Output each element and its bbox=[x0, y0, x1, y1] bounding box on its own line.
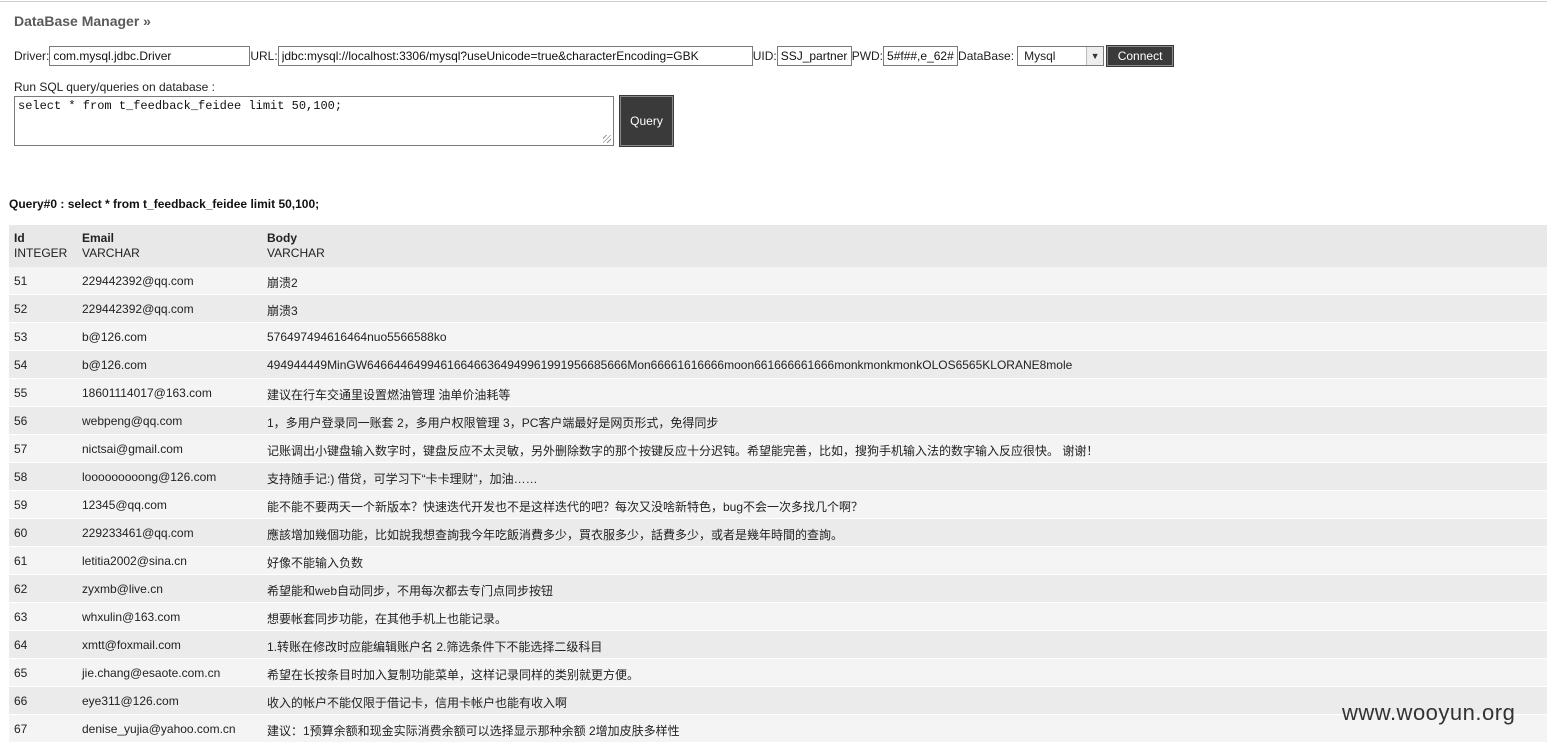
connect-button[interactable]: Connect bbox=[1106, 45, 1175, 67]
cell-body: 支持随手记:) 借贷，可学习下“卡卡理财”，加油…… bbox=[267, 472, 538, 486]
cell-email: 12345@qq.com bbox=[82, 498, 167, 512]
cell-email: webpeng@qq.com bbox=[82, 414, 183, 428]
cell-body: 收入的帐户不能仅限于借记卡，信用卡帐户也能有收入啊 bbox=[267, 696, 568, 710]
sql-query-textarea[interactable]: select * from t_feedback_feidee limit 50… bbox=[14, 96, 614, 146]
database-select[interactable]: Mysql ▼ bbox=[1017, 46, 1105, 66]
table-row: 61 letitia2002@sina.cn 好像不能输入负数 bbox=[9, 547, 1547, 575]
cell-email: 18601114017@163.com bbox=[82, 386, 212, 400]
table-row: 54 b@126.com 494944449MinGW646644649946166… bbox=[9, 351, 1547, 379]
cell-id: 51 bbox=[14, 274, 28, 288]
cell-body: 1.转账在修改时应能编辑账户名 2.筛选条件下不能选择二级科目 bbox=[267, 640, 603, 654]
query-result-heading: Query#0 : select * from t_feedback_feide… bbox=[9, 197, 320, 211]
uid-label: UID: bbox=[752, 49, 777, 63]
driver-input[interactable] bbox=[49, 46, 251, 66]
table-body: 51 229442392@qq.com 崩溃2 52 229442392@qq.com 崩… bbox=[9, 267, 1547, 743]
table-row: 59 12345@qq.com 能不能不要两天一个新版本？快速迭代开发也不是这样迭代… bbox=[9, 491, 1547, 519]
cell-email: denise_yujia@yahoo.com.cn bbox=[82, 722, 236, 736]
cell-email: whxulin@163.com bbox=[82, 610, 181, 624]
cell-body: 好像不能输入负数 bbox=[267, 556, 364, 570]
cell-email: xmtt@foxmail.com bbox=[82, 638, 181, 652]
cell-id: 58 bbox=[14, 470, 28, 484]
connection-bar: Driver: URL: UID: PWD: DataBase: Mysql ▼… bbox=[14, 45, 1175, 67]
pwd-input[interactable] bbox=[883, 46, 959, 66]
cell-email: 229442392@qq.com bbox=[82, 274, 194, 288]
cell-email: b@126.com bbox=[82, 358, 147, 372]
cell-body: 想要帐套同步功能，在其他手机上也能记录。 bbox=[267, 612, 508, 626]
page-title: DataBase Manager » bbox=[14, 13, 151, 29]
cell-id: 55 bbox=[14, 386, 28, 400]
cell-body: 494944449MinGW64664464994616646636494996… bbox=[267, 358, 1073, 372]
url-input[interactable] bbox=[277, 46, 753, 66]
url-label: URL: bbox=[250, 49, 278, 63]
table-row: 58 looooooooong@126.com 支持随手记:) 借贷，可学习下“卡卡… bbox=[9, 463, 1547, 491]
table-row: 52 229442392@qq.com 崩溃3 bbox=[9, 295, 1547, 323]
result-table: Id INTEGER Email VARCHAR Body VARCHAR 51… bbox=[9, 225, 1547, 743]
cell-id: 64 bbox=[14, 638, 28, 652]
cell-email: zyxmb@live.cn bbox=[82, 582, 163, 596]
cell-email: looooooooong@126.com bbox=[82, 470, 217, 484]
table-row: 62 zyxmb@live.cn 希望能和web自动同步，不用每次都去专门点同步按钮 bbox=[9, 575, 1547, 603]
cell-id: 61 bbox=[14, 554, 28, 568]
cell-email: 229233461@qq.com bbox=[82, 526, 194, 540]
table-row: 56 webpeng@qq.com 1，多用户登录同一账套 2，多用户权限管理 3，… bbox=[9, 407, 1547, 435]
table-row: 53 b@126.com 576497494616464nuo5566588ko bbox=[9, 323, 1547, 351]
cell-body: 记账调出小键盘输入数字时，键盘反应不太灵敏，另外删除数字的那个按键反应十分迟钝。… bbox=[267, 444, 1099, 458]
query-button[interactable]: Query bbox=[619, 95, 674, 147]
table-row: 66 eye311@126.com 收入的帐户不能仅限于借记卡，信用卡帐户也能有收入… bbox=[9, 687, 1547, 715]
table-row: 65 jie.chang@esaote.com.cn 希望在长按条目时加入复制功能菜… bbox=[9, 659, 1547, 687]
table-header: Id INTEGER Email VARCHAR Body VARCHAR bbox=[9, 225, 1547, 267]
cell-body: 建议：1预算余额和现金实际消费余额可以选择显示那种余额 2增加皮肤多样性 bbox=[267, 724, 680, 738]
cell-email: nictsai@gmail.com bbox=[82, 442, 183, 456]
column-header-body: Body VARCHAR bbox=[267, 231, 325, 260]
cell-id: 53 bbox=[14, 330, 28, 344]
cell-body: 建议在行车交通里设置燃油管理 油单价油耗等 bbox=[267, 388, 511, 402]
cell-email: jie.chang@esaote.com.cn bbox=[82, 666, 221, 680]
cell-id: 59 bbox=[14, 498, 28, 512]
cell-email: 229442392@qq.com bbox=[82, 302, 194, 316]
table-row: 64 xmtt@foxmail.com 1.转账在修改时应能编辑账户名 2.筛选条件… bbox=[9, 631, 1547, 659]
table-row: 55 18601114017@163.com 建议在行车交通里设置燃油管理 油单价油… bbox=[9, 379, 1547, 407]
column-header-id: Id INTEGER bbox=[14, 231, 68, 260]
cell-id: 52 bbox=[14, 302, 28, 316]
cell-id: 57 bbox=[14, 442, 28, 456]
table-row: 57 nictsai@gmail.com 记账调出小键盘输入数字时，键盘反应不太灵敏… bbox=[9, 435, 1547, 463]
cell-id: 63 bbox=[14, 610, 28, 624]
driver-label: Driver: bbox=[14, 49, 50, 63]
cell-body: 能不能不要两天一个新版本？快速迭代开发也不是这样迭代的吧？每次又没啥新特色，bu… bbox=[267, 500, 864, 514]
cell-body: 576497494616464nuo5566588ko bbox=[267, 330, 447, 344]
table-row: 63 whxulin@163.com 想要帐套同步功能，在其他手机上也能记录。 bbox=[9, 603, 1547, 631]
cell-body: 1，多用户登录同一账套 2，多用户权限管理 3，PC客户端最好是网页形式，免得同… bbox=[267, 416, 719, 430]
cell-body: 希望能和web自动同步，不用每次都去专门点同步按钮 bbox=[267, 584, 554, 598]
cell-id: 56 bbox=[14, 414, 28, 428]
cell-id: 62 bbox=[14, 582, 28, 596]
cell-body: 崩溃3 bbox=[267, 304, 298, 318]
sql-query-label: Run SQL query/queries on database : bbox=[14, 80, 216, 94]
column-header-email: Email VARCHAR bbox=[82, 231, 140, 260]
table-row: 60 229233461@qq.com 應該增加幾個功能，比如說我想查詢我今年吃飯消… bbox=[9, 519, 1547, 547]
chevron-down-icon[interactable]: ▼ bbox=[1086, 47, 1104, 65]
cell-id: 60 bbox=[14, 526, 28, 540]
database-label: DataBase: bbox=[958, 49, 1015, 63]
cell-body: 應該增加幾個功能，比如說我想查詢我今年吃飯消費多少，買衣服多少，話費多少，或者是… bbox=[267, 528, 844, 542]
sql-query-text: select * from t_feedback_feidee limit 50… bbox=[18, 99, 343, 113]
cell-id: 66 bbox=[14, 694, 28, 708]
resize-handle-icon[interactable] bbox=[603, 135, 611, 143]
cell-body: 崩溃2 bbox=[267, 276, 298, 290]
table-row: 51 229442392@qq.com 崩溃2 bbox=[9, 267, 1547, 295]
pwd-label: PWD: bbox=[851, 49, 884, 63]
cell-id: 67 bbox=[14, 722, 28, 736]
uid-input[interactable] bbox=[776, 46, 852, 66]
cell-body: 希望在长按条目时加入复制功能菜单，这样记录同样的类别就更方便。 bbox=[267, 668, 640, 682]
database-selected-value: Mysql bbox=[1024, 49, 1056, 63]
cell-email: letitia2002@sina.cn bbox=[82, 554, 187, 568]
top-divider bbox=[0, 1, 1547, 2]
cell-email: b@126.com bbox=[82, 330, 147, 344]
watermark-text: www.wooyun.org bbox=[1342, 700, 1516, 725]
cell-email: eye311@126.com bbox=[82, 694, 179, 708]
table-row: 67 denise_yujia@yahoo.com.cn 建议：1预算余额和现金实际… bbox=[9, 715, 1547, 743]
cell-id: 54 bbox=[14, 358, 28, 372]
cell-id: 65 bbox=[14, 666, 28, 680]
